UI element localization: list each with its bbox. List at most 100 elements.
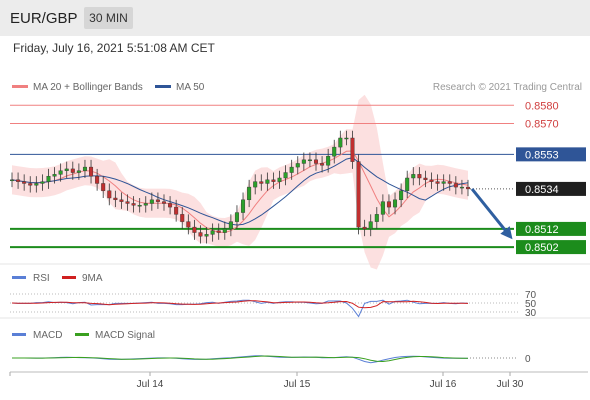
candle-body — [89, 166, 94, 177]
candle-body — [76, 170, 81, 173]
rsi-level-30: 30 — [525, 308, 537, 319]
legend-rsi-label: RSI — [33, 273, 50, 284]
candle-body — [64, 168, 69, 171]
candle-body — [131, 203, 136, 206]
candle-body — [241, 199, 246, 213]
candle-body — [362, 226, 367, 230]
candle-body — [222, 228, 227, 233]
candle-body — [186, 221, 191, 228]
candle-body — [174, 206, 179, 215]
candle-body — [332, 146, 337, 157]
candle-body — [356, 161, 361, 228]
candle-body — [119, 199, 124, 202]
candle-body — [350, 137, 355, 162]
candle-body — [393, 199, 398, 208]
x-tick-label: Jul 30 — [497, 379, 524, 390]
candle-body — [417, 174, 422, 179]
legend-ma50-label: MA 50 — [176, 82, 205, 93]
legend-macd-label: MACD — [33, 330, 62, 341]
candle-body — [192, 226, 197, 233]
candle-body — [204, 234, 209, 237]
candle-body — [34, 183, 39, 186]
chart-canvas: MA 20 + Bollinger Bands MA 50 Research ©… — [0, 82, 590, 390]
resistance-label: 0.8580 — [525, 100, 559, 112]
candle-body — [453, 183, 458, 188]
candle-body — [386, 201, 391, 208]
candle-body — [82, 166, 87, 171]
candle-body — [295, 163, 300, 168]
last-price-tag-label: 0.8534 — [525, 184, 559, 196]
candle-body — [466, 186, 471, 190]
x-tick-label: Jul 15 — [284, 379, 311, 390]
candle-body — [107, 190, 112, 199]
candle-body — [9, 179, 14, 182]
candle-body — [46, 175, 51, 182]
candle-body — [137, 205, 142, 207]
candle-body — [380, 201, 385, 215]
candle-body — [143, 203, 148, 206]
legend-bb-swatch — [12, 85, 28, 88]
candle-body — [228, 221, 233, 230]
x-tick-label: Jul 16 — [430, 379, 457, 390]
candle-body — [423, 177, 428, 181]
candle-body — [101, 183, 106, 191]
macd-line — [12, 355, 469, 364]
candle-body — [368, 221, 373, 230]
candle-body — [411, 174, 416, 179]
candle-body — [28, 183, 33, 186]
copyright: Research © 2021 Trading Central — [433, 82, 582, 93]
candle-body — [58, 170, 63, 175]
candle-body — [113, 197, 118, 201]
legend-rsi-ma-label: 9MA — [82, 273, 103, 284]
candle-body — [374, 214, 379, 222]
candle-body — [234, 212, 239, 222]
candle-body — [259, 181, 264, 184]
candle-body — [155, 199, 160, 202]
candle-body — [253, 181, 258, 188]
bollinger-band-area — [12, 94, 468, 270]
candle-body — [265, 179, 270, 184]
candle-body — [16, 179, 21, 182]
candle-body — [399, 190, 404, 201]
candle-body — [314, 159, 319, 164]
candle-body — [125, 201, 130, 204]
legend-macd-signal-label: MACD Signal — [95, 330, 155, 341]
candle-body — [168, 203, 173, 208]
candle-body — [70, 168, 75, 173]
candle-body — [338, 137, 343, 148]
candle-body — [344, 137, 349, 140]
legend-bb-label: MA 20 + Bollinger Bands — [33, 82, 143, 93]
candle-body — [289, 166, 294, 173]
rsi-ma-line — [11, 300, 469, 309]
legend-macd-signal-swatch — [75, 333, 89, 336]
candle-body — [429, 179, 434, 182]
candle-body — [283, 172, 288, 179]
candle-body — [22, 181, 27, 184]
resistance-label: 0.8570 — [525, 118, 559, 130]
candle-body — [320, 163, 325, 166]
candle-body — [95, 175, 100, 184]
candle-body — [216, 230, 221, 233]
legend-rsi-swatch — [12, 276, 26, 279]
candle-body — [441, 181, 446, 184]
candle-body — [180, 214, 185, 222]
candle-body — [447, 181, 452, 184]
support-tag-label: 0.8502 — [525, 242, 559, 254]
legend-macd-swatch — [12, 333, 26, 336]
candle-body — [307, 159, 312, 162]
x-tick-label: Jul 14 — [137, 379, 164, 390]
candle-body — [198, 232, 203, 237]
candle-body — [435, 181, 440, 184]
ma50-tag-label: 0.8553 — [525, 149, 559, 161]
legend-ma50-swatch — [155, 85, 171, 88]
candle-body — [149, 199, 154, 204]
support-tag-label: 0.8512 — [525, 224, 559, 236]
candle-body — [459, 186, 464, 189]
candle-body — [271, 179, 276, 182]
candle-body — [277, 177, 282, 182]
candle-body — [326, 155, 331, 166]
candle-body — [247, 186, 252, 201]
macd-zero-label: 0 — [525, 354, 531, 365]
candle-body — [210, 230, 215, 235]
candle-body — [301, 159, 306, 164]
